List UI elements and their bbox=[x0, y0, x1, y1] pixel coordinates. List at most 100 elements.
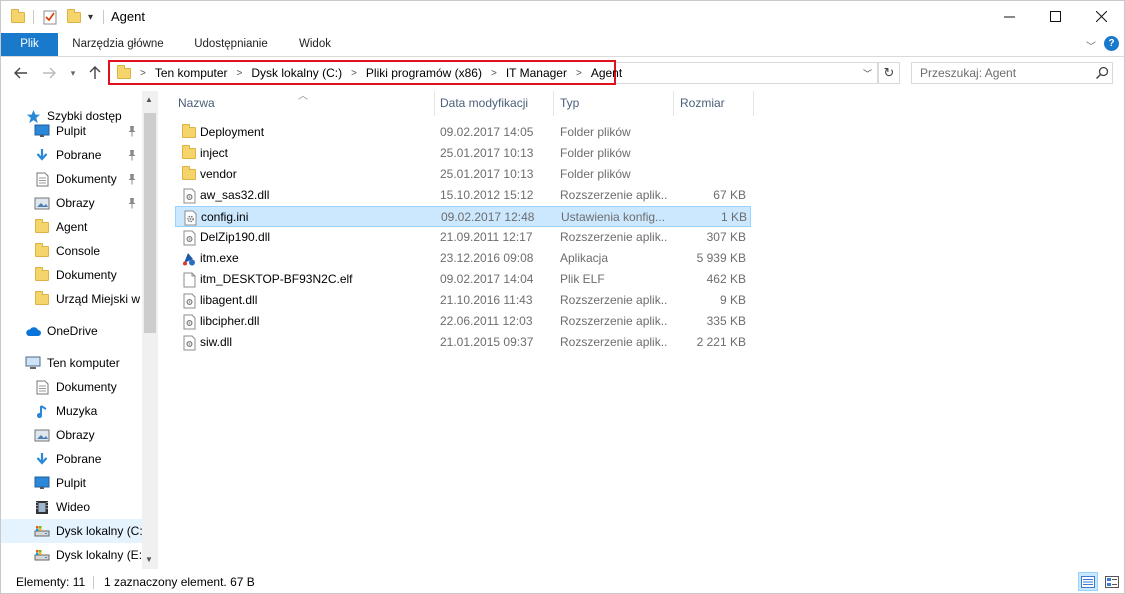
file-row[interactable]: siw.dll 21.01.2015 09:37 Rozszerzenie apli… bbox=[175, 332, 751, 353]
file-size: 5 939 KB bbox=[696, 251, 746, 265]
address-dropdown-chevron-icon[interactable]: ﹀ bbox=[863, 67, 872, 80]
scroll-down-icon[interactable]: ▼ bbox=[145, 555, 153, 564]
file-type: Ustawienia konfig... bbox=[561, 210, 666, 224]
column-header-size[interactable]: Rozmiar bbox=[680, 91, 752, 116]
file-row[interactable]: DelZip190.dll 21.09.2011 12:17 Rozszerzeni… bbox=[175, 227, 751, 248]
search-input[interactable] bbox=[912, 63, 1090, 83]
tab-view[interactable]: Widok bbox=[289, 33, 341, 56]
column-divider[interactable] bbox=[434, 91, 435, 116]
breadcrumb-item[interactable]: Pliki programów (x86) bbox=[366, 66, 482, 80]
column-divider[interactable] bbox=[673, 91, 674, 116]
scrollbar-thumb[interactable] bbox=[144, 113, 156, 333]
nav-item-drive-c[interactable]: Dysk lokalny (C:) bbox=[1, 519, 142, 543]
breadcrumb-item[interactable]: IT Manager bbox=[506, 66, 567, 80]
nav-item-urzad-miejski[interactable]: Urząd Miejski w bbox=[1, 287, 142, 311]
minimize-button[interactable] bbox=[986, 1, 1032, 32]
nav-this-pc[interactable]: Ten komputer bbox=[1, 351, 142, 375]
file-row[interactable]: libagent.dll 21.10.2016 11:43 Rozszerzenie… bbox=[175, 290, 751, 311]
properties-check-icon[interactable] bbox=[43, 7, 57, 27]
address-bar-extension[interactable] bbox=[616, 62, 878, 84]
file-date-modified: 21.09.2011 12:17 bbox=[440, 230, 533, 244]
nav-item-desktop[interactable]: Pulpit bbox=[1, 471, 142, 495]
nav-quick-access[interactable]: Szybki dostęp bbox=[1, 104, 142, 128]
documents-icon bbox=[34, 379, 50, 395]
help-icon[interactable]: ? bbox=[1104, 36, 1119, 51]
back-arrow-icon[interactable] bbox=[11, 63, 31, 83]
file-row[interactable]: itm_DESKTOP-BF93N2C.elf 09.02.2017 14:04 P… bbox=[175, 269, 751, 290]
tab-home[interactable]: Narzędzia główne bbox=[63, 33, 173, 56]
nav-item-console[interactable]: Console bbox=[1, 239, 142, 263]
recent-locations-chevron-icon[interactable]: ▾ bbox=[67, 63, 79, 83]
nav-scrollbar[interactable]: ▲ ▼ bbox=[142, 91, 158, 569]
explorer-window: ▾ Agent Plik Narzędzia główne Udostępnia… bbox=[0, 0, 1125, 594]
nav-item-label: Agent bbox=[56, 220, 88, 234]
nav-item-documents-folder[interactable]: Dokumenty bbox=[1, 263, 142, 287]
nav-item-documents[interactable]: Dokumenty bbox=[1, 375, 142, 399]
folder-row[interactable]: inject 25.01.2017 10:13 Folder plików bbox=[175, 143, 751, 164]
column-header-date[interactable]: Data modyfikacji bbox=[440, 91, 552, 116]
breadcrumb-separator[interactable]: > bbox=[567, 68, 591, 79]
refresh-icon[interactable]: ↻ bbox=[878, 62, 900, 84]
file-name: libagent.dll bbox=[200, 293, 258, 307]
breadcrumb-separator[interactable]: > bbox=[131, 68, 155, 79]
breadcrumb-separator[interactable]: > bbox=[482, 68, 506, 79]
ribbon-tabs: Plik Narzędzia główne Udostępnianie Wido… bbox=[1, 33, 1124, 57]
quick-access-folder-icon[interactable] bbox=[11, 7, 25, 27]
nav-item-downloads[interactable]: Pobrane bbox=[1, 143, 142, 167]
file-name: itm.exe bbox=[200, 251, 239, 265]
tab-file[interactable]: Plik bbox=[1, 33, 58, 56]
new-folder-icon[interactable] bbox=[67, 7, 81, 27]
breadcrumb-item[interactable]: Ten komputer bbox=[155, 66, 228, 80]
dll-icon bbox=[181, 332, 197, 353]
column-divider[interactable] bbox=[553, 91, 554, 116]
file-name: vendor bbox=[200, 167, 237, 181]
column-header-name[interactable]: Nazwa bbox=[178, 91, 433, 116]
tab-share[interactable]: Udostępnianie bbox=[183, 33, 279, 56]
file-row[interactable]: aw_sas32.dll 15.10.2012 15:12 Rozszerzenie… bbox=[175, 185, 751, 206]
nav-item-videos[interactable]: Wideo bbox=[1, 495, 142, 519]
scroll-up-icon[interactable]: ▲ bbox=[145, 95, 153, 104]
up-arrow-icon[interactable] bbox=[85, 63, 105, 83]
file-type: Folder plików bbox=[560, 167, 631, 181]
nav-item-label: Obrazy bbox=[56, 196, 95, 210]
breadcrumb-separator[interactable]: > bbox=[228, 68, 252, 79]
customize-toolbar-arrow-icon[interactable]: ▾ bbox=[88, 7, 93, 27]
nav-item-pictures[interactable]: Obrazy bbox=[1, 423, 142, 447]
column-header-type[interactable]: Typ bbox=[560, 91, 672, 116]
file-type: Rozszerzenie aplik... bbox=[560, 335, 668, 349]
folder-row[interactable]: vendor 25.01.2017 10:13 Folder plików bbox=[175, 164, 751, 185]
file-name: libcipher.dll bbox=[200, 314, 260, 328]
nav-item-label: Szybki dostęp bbox=[47, 109, 122, 123]
file-row[interactable]: libcipher.dll 22.06.2011 12:03 Rozszerzeni… bbox=[175, 311, 751, 332]
close-button[interactable] bbox=[1078, 1, 1124, 32]
expand-ribbon-chevron-icon[interactable]: ﹀ bbox=[1086, 38, 1096, 53]
nav-onedrive[interactable]: OneDrive bbox=[1, 319, 142, 343]
nav-item-drive-e[interactable]: Dysk lokalny (E:) bbox=[1, 543, 142, 567]
folder-row[interactable]: Deployment 09.02.2017 14:05 Folder plików bbox=[175, 122, 751, 143]
file-type: Rozszerzenie aplik... bbox=[560, 314, 668, 328]
breadcrumb-separator[interactable]: > bbox=[342, 68, 366, 79]
desktop-icon bbox=[34, 475, 50, 491]
file-name: DelZip190.dll bbox=[200, 230, 271, 244]
breadcrumb-item[interactable]: Dysk lokalny (C:) bbox=[251, 66, 342, 80]
address-bar[interactable]: > Ten komputer > Dysk lokalny (C:) > Pli… bbox=[108, 60, 622, 85]
maximize-button[interactable] bbox=[1032, 1, 1078, 32]
folder-icon bbox=[181, 164, 197, 185]
details-view-icon[interactable] bbox=[1078, 572, 1098, 591]
nav-item-music[interactable]: Muzyka bbox=[1, 399, 142, 423]
large-icons-view-icon[interactable] bbox=[1102, 572, 1122, 591]
search-icon[interactable] bbox=[1094, 65, 1110, 81]
nav-item-documents[interactable]: Dokumenty bbox=[1, 167, 142, 191]
nav-item-label: Pobrane bbox=[56, 148, 102, 162]
status-separator bbox=[93, 576, 94, 589]
file-row[interactable]: itm.exe 23.12.2016 09:08 Aplikacja 5 939 KB bbox=[175, 248, 751, 269]
forward-arrow-icon[interactable] bbox=[39, 63, 59, 83]
search-box[interactable] bbox=[911, 62, 1113, 84]
file-type: Folder plików bbox=[560, 125, 631, 139]
nav-item-agent[interactable]: Agent bbox=[1, 215, 142, 239]
nav-item-pictures[interactable]: Obrazy bbox=[1, 191, 142, 215]
breadcrumb-item-current[interactable]: Agent bbox=[591, 66, 622, 80]
file-row[interactable]: config.ini 09.02.2017 12:48 Ustawienia kon… bbox=[175, 206, 751, 227]
column-divider[interactable] bbox=[753, 91, 754, 116]
nav-item-downloads[interactable]: Pobrane bbox=[1, 447, 142, 471]
